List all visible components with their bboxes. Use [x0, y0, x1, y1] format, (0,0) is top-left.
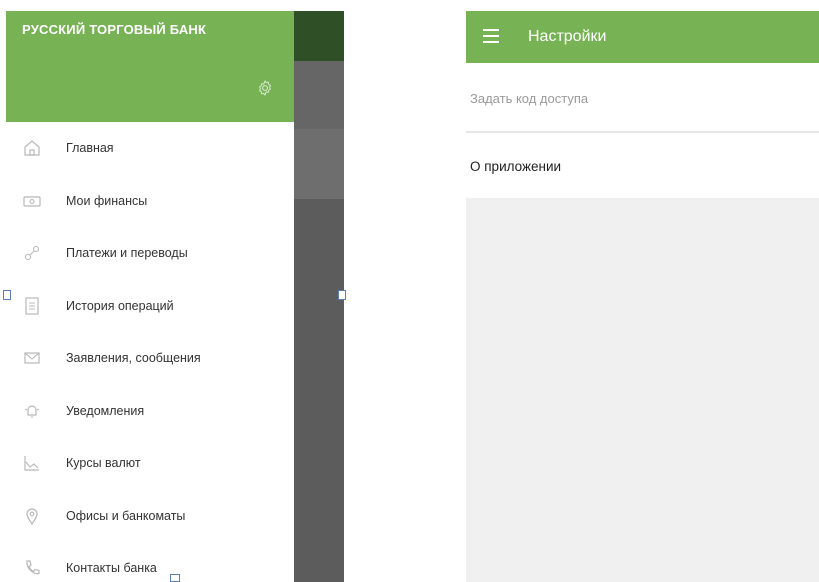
- nav-item-label: Курсы валют: [66, 456, 141, 471]
- menu-line: [483, 41, 499, 43]
- drawer-header: РУССКИЙ ТОРГОВЫЙ БАНК: [6, 11, 294, 122]
- transfer-icon: [24, 246, 40, 261]
- gear-icon[interactable]: [256, 79, 274, 97]
- about-app-row[interactable]: О приложении: [466, 133, 819, 198]
- nav-item-label: Главная: [66, 141, 114, 156]
- nav-item-label: Платежи и переводы: [66, 246, 188, 261]
- scrim-toolbar: [294, 11, 344, 61]
- nav-item-label: Заявления, сообщения: [66, 351, 201, 366]
- nav-item-messages[interactable]: Заявления, сообщения: [6, 332, 294, 385]
- selection-handle: [3, 290, 11, 300]
- nav-item-exchange-rates[interactable]: Курсы валют: [6, 437, 294, 490]
- scrim-row: [294, 129, 344, 199]
- navigation-drawer: РУССКИЙ ТОРГОВЫЙ БАНК Главная Мои финанс: [6, 11, 294, 582]
- history-icon: [25, 297, 39, 315]
- drawer-scrim[interactable]: [294, 11, 344, 582]
- settings-screen: Настройки Задать код доступа О приложени…: [466, 11, 819, 582]
- row-label: Задать код доступа: [470, 91, 589, 106]
- nav-item-history[interactable]: История операций: [6, 280, 294, 333]
- bank-name: РУССКИЙ ТОРГОВЫЙ БАНК: [22, 22, 207, 37]
- set-access-code-row[interactable]: Задать код доступа: [466, 63, 819, 131]
- selection-handle: [170, 574, 180, 582]
- phone-icon: [26, 560, 40, 575]
- nav-item-label: Мои финансы: [66, 193, 148, 208]
- hamburger-menu-icon[interactable]: [483, 29, 499, 43]
- nav-item-label: История операций: [66, 298, 174, 313]
- wallet-icon: [23, 196, 41, 207]
- selection-handle: [338, 290, 346, 300]
- nav-item-label: Контакты банка: [66, 561, 157, 576]
- nav-item-label: Уведомления: [66, 403, 145, 418]
- chart-icon: [24, 456, 39, 471]
- app-bar: Настройки: [466, 11, 819, 63]
- left-phone-screen: РУССКИЙ ТОРГОВЫЙ БАНК Главная Мои финанс: [6, 11, 344, 582]
- notification-icon: [24, 405, 40, 418]
- row-label: О приложении: [470, 159, 562, 174]
- nav-item-home[interactable]: Главная: [6, 122, 294, 175]
- nav-item-offices[interactable]: Офисы и банкоматы: [6, 490, 294, 543]
- menu-line: [483, 29, 499, 31]
- nav-item-label: Офисы и банкоматы: [66, 508, 186, 523]
- nav-item-notifications[interactable]: Уведомления: [6, 385, 294, 438]
- nav-item-finances[interactable]: Мои финансы: [6, 175, 294, 228]
- scrim-row: [294, 61, 344, 129]
- nav-menu: Главная Мои финансы Платежи и переводы И…: [6, 122, 294, 582]
- mail-icon: [24, 352, 40, 364]
- page-title: Настройки: [528, 28, 607, 45]
- nav-item-contacts[interactable]: Контакты банка: [6, 542, 294, 582]
- nav-item-payments[interactable]: Платежи и переводы: [6, 227, 294, 280]
- menu-line: [483, 35, 499, 37]
- location-pin-icon: [26, 508, 38, 525]
- home-icon: [24, 140, 40, 156]
